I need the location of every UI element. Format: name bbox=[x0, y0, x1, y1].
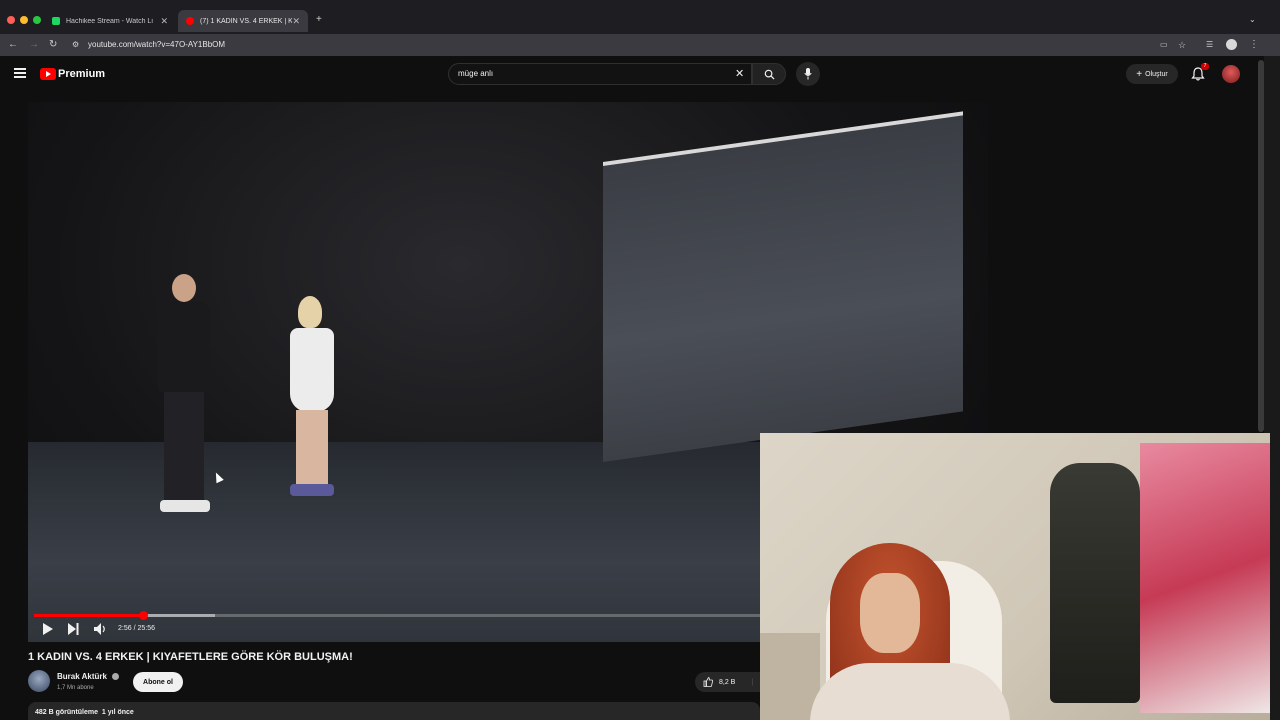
tab-hachikee[interactable]: Hachikee Stream - Watch Li ✕ bbox=[44, 10, 176, 32]
reading-list-icon[interactable]: ☰ bbox=[1206, 39, 1213, 51]
verified-badge-icon bbox=[112, 673, 119, 680]
search-box[interactable]: ✕ bbox=[448, 63, 752, 85]
browser-address-bar: ← → ↻ ⚙ youtube.com/watch?v=47O-AY1BbOM … bbox=[0, 34, 1280, 56]
microphone-icon bbox=[804, 68, 812, 80]
like-button[interactable]: 8,2 B | bbox=[695, 672, 760, 692]
page-scrollbar-thumb[interactable] bbox=[1258, 60, 1264, 432]
video-person-man bbox=[148, 274, 220, 514]
url-field[interactable]: youtube.com/watch?v=47O-AY1BbOM bbox=[88, 40, 225, 49]
forward-icon[interactable]: → bbox=[29, 39, 39, 51]
view-count: 482 B görüntüleme bbox=[35, 709, 99, 716]
thumbs-up-icon bbox=[703, 677, 713, 687]
youtube-premium-logo[interactable]: Premium bbox=[58, 68, 105, 80]
maximize-window-button[interactable] bbox=[33, 16, 41, 24]
subscriber-count: 1,7 Mn abone bbox=[57, 685, 94, 691]
plus-icon: + bbox=[1136, 68, 1143, 80]
progress-scrubber-handle[interactable] bbox=[138, 611, 148, 620]
minimize-window-button[interactable] bbox=[20, 16, 28, 24]
cast-icon[interactable]: ▭ bbox=[1160, 39, 1168, 51]
reload-icon[interactable]: ↻ bbox=[49, 39, 57, 51]
subscribe-button[interactable]: Abone ol bbox=[133, 672, 183, 692]
tab-label: (7) 1 KADIN VS. 4 ERKEK | Kİ bbox=[200, 17, 292, 25]
back-icon[interactable]: ← bbox=[8, 39, 18, 51]
more-icon[interactable]: ⋮ bbox=[1249, 39, 1259, 51]
channel-avatar[interactable] bbox=[28, 670, 50, 692]
streamer-face bbox=[860, 573, 920, 653]
close-icon[interactable]: ✕ bbox=[160, 16, 168, 27]
description-box[interactable] bbox=[28, 702, 760, 720]
menu-icon[interactable] bbox=[14, 68, 26, 78]
video-title: 1 KADIN VS. 4 ERKEK | KIYAFETLERE GÖRE K… bbox=[28, 651, 353, 663]
clear-search-icon[interactable]: ✕ bbox=[735, 67, 744, 80]
search-icon bbox=[764, 69, 775, 80]
voice-search-button[interactable] bbox=[796, 62, 820, 86]
profile-icon[interactable] bbox=[1226, 39, 1237, 50]
youtube-icon bbox=[186, 17, 194, 25]
youtube-header: Premium ✕ + Oluştur 7 bbox=[0, 56, 1264, 94]
volume-icon[interactable] bbox=[94, 623, 107, 635]
site-info-icon[interactable]: ⚙ bbox=[72, 39, 79, 51]
upload-age: 1 yıl önce bbox=[101, 709, 134, 716]
streamer-body bbox=[810, 663, 1010, 720]
webcam-clothing-rack bbox=[1140, 443, 1270, 713]
search-input[interactable] bbox=[458, 69, 718, 78]
time-display: 2:56 / 25:56 bbox=[118, 625, 155, 632]
tab-youtube-video[interactable]: (7) 1 KADIN VS. 4 ERKEK | Kİ ✕ bbox=[178, 10, 308, 32]
notification-count-badge: 7 bbox=[1201, 63, 1209, 70]
search-button[interactable] bbox=[752, 63, 786, 85]
view-count-and-date: 482 B görüntüleme 1 yıl önce bbox=[35, 709, 134, 716]
account-avatar[interactable] bbox=[1222, 65, 1240, 83]
close-icon[interactable]: ✕ bbox=[292, 16, 300, 27]
tab-label: Hachikee Stream - Watch Li bbox=[66, 17, 153, 25]
star-icon[interactable]: ☆ bbox=[1178, 39, 1186, 51]
create-button[interactable]: + Oluştur bbox=[1126, 64, 1178, 84]
progress-played bbox=[34, 614, 143, 617]
progress-bar[interactable] bbox=[34, 611, 760, 620]
channel-name[interactable]: Burak Aktürk bbox=[57, 672, 107, 681]
youtube-logo-icon[interactable] bbox=[40, 68, 56, 80]
like-count: 8,2 B bbox=[719, 678, 736, 686]
studio-screen-panel bbox=[603, 111, 963, 462]
video-person-woman bbox=[282, 296, 342, 506]
tab-search-icon[interactable]: ⌄ bbox=[1249, 14, 1256, 26]
browser-tab-bar: Hachikee Stream - Watch Li ✕ (7) 1 KADIN… bbox=[0, 0, 1280, 34]
webcam-poster-soldier bbox=[1050, 463, 1140, 703]
next-video-icon[interactable] bbox=[68, 623, 79, 635]
create-label: Oluştur bbox=[1145, 70, 1168, 78]
new-tab-button[interactable]: + bbox=[316, 14, 322, 26]
play-icon[interactable] bbox=[42, 623, 53, 635]
kick-icon bbox=[52, 17, 60, 25]
streamer-webcam-overlay bbox=[760, 433, 1270, 720]
close-window-button[interactable] bbox=[7, 16, 15, 24]
